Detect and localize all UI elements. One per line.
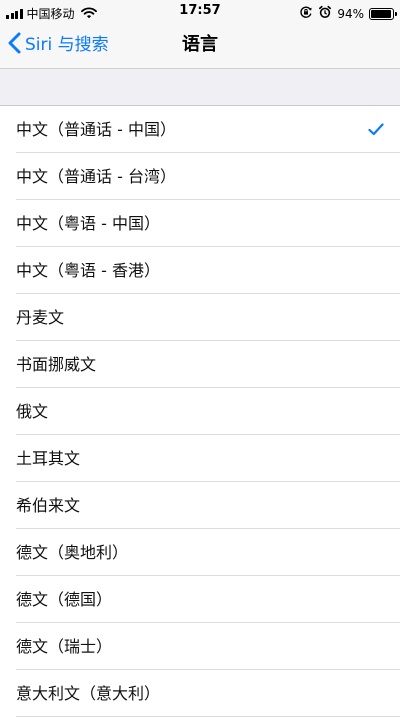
language-list: 中文（普通话 - 中国） 中文（普通话 - 台湾） 中文（粤语 - 中国） 中文（粤语… — [0, 106, 400, 717]
navigation-bar: Siri 与搜索 语言 — [0, 22, 400, 68]
language-label: 中文（普通话 - 台湾） — [16, 166, 176, 186]
language-label: 德文（德国） — [16, 589, 113, 609]
language-label: 丹麦文 — [16, 307, 65, 327]
language-label: 中文（粤语 - 中国） — [16, 213, 160, 233]
checkmark-icon — [368, 121, 384, 140]
language-row[interactable]: 中文（普通话 - 台湾） — [0, 153, 400, 200]
status-bar: 中国移动 17:57 94% — [0, 0, 400, 22]
language-row[interactable]: 希伯来文 — [0, 482, 400, 529]
language-label: 中文（粤语 - 香港） — [16, 260, 160, 280]
language-row[interactable]: 中文（粤语 - 中国） — [0, 200, 400, 247]
language-label: 德文（瑞士） — [16, 636, 113, 656]
language-row[interactable]: 丹麦文 — [0, 294, 400, 341]
language-row[interactable]: 土耳其文 — [0, 435, 400, 482]
language-row[interactable]: 德文（瑞士） — [0, 623, 400, 670]
language-label: 中文（普通话 - 中国） — [16, 119, 176, 139]
page-title: 语言 — [182, 34, 218, 55]
battery-percent: 94% — [337, 6, 364, 21]
language-row[interactable]: 书面挪威文 — [0, 341, 400, 388]
language-row[interactable]: 中文（粤语 - 香港） — [0, 247, 400, 294]
language-label: 意大利文（意大利） — [16, 683, 161, 703]
orientation-lock-icon — [299, 4, 313, 23]
language-row[interactable]: 德文（德国） — [0, 576, 400, 623]
language-label: 书面挪威文 — [16, 354, 97, 374]
language-row[interactable]: 俄文 — [0, 388, 400, 435]
language-label: 德文（奥地利） — [16, 542, 129, 562]
language-row[interactable]: 意大利文（意大利） — [0, 670, 400, 717]
alarm-icon — [318, 4, 332, 23]
language-label: 土耳其文 — [16, 448, 81, 468]
language-label: 希伯来文 — [16, 495, 81, 515]
battery-icon — [369, 7, 397, 20]
status-right: 94% — [299, 4, 397, 23]
section-header-spacer — [0, 68, 400, 106]
language-row[interactable]: 德文（奥地利） — [0, 529, 400, 576]
language-label: 俄文 — [16, 401, 49, 421]
language-row[interactable]: 中文（普通话 - 中国） — [0, 106, 400, 153]
